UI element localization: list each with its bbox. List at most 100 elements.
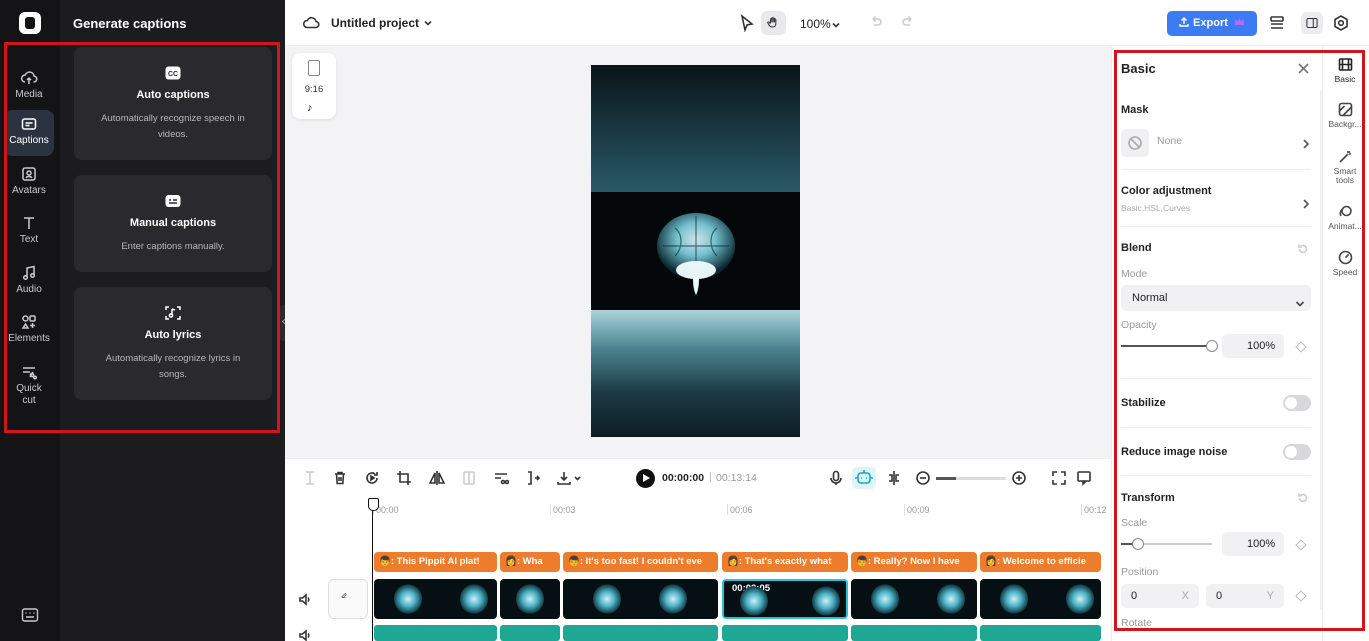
opacity-input[interactable]: 100% bbox=[1222, 334, 1284, 358]
blend-mode-select[interactable]: Normal bbox=[1121, 285, 1311, 311]
caption-clip[interactable]: 👩: Welcome to efficie bbox=[980, 552, 1101, 572]
chevron-right-icon[interactable] bbox=[1302, 196, 1310, 209]
rail-item-audio[interactable]: Audio bbox=[4, 259, 54, 305]
video-clip[interactable] bbox=[851, 579, 977, 619]
video-clip[interactable] bbox=[374, 579, 497, 619]
split-screen-icon[interactable] bbox=[886, 470, 902, 486]
keyframe-diamond-icon[interactable] bbox=[1295, 341, 1307, 353]
video-clip[interactable] bbox=[563, 579, 718, 619]
caption-clip[interactable]: 👩: That's exactly what bbox=[722, 552, 848, 572]
rail-item-elements[interactable]: Elements bbox=[4, 308, 54, 354]
tab-basic[interactable]: Basic bbox=[1325, 57, 1365, 84]
reduce-noise-toggle[interactable] bbox=[1283, 444, 1311, 460]
close-icon[interactable] bbox=[1298, 61, 1309, 74]
manual-captions-card[interactable]: Manual captions Enter captions manually. bbox=[74, 175, 272, 272]
edit-track-button[interactable] bbox=[328, 579, 368, 619]
remove-background-icon[interactable] bbox=[493, 470, 510, 486]
caption-clip[interactable]: 👦: Really? Now I have bbox=[851, 552, 977, 572]
opacity-slider-knob[interactable] bbox=[1206, 340, 1218, 352]
axis-y-label: Y bbox=[1266, 590, 1274, 602]
download-dropdown-icon[interactable] bbox=[556, 470, 582, 486]
keyframe-diamond-icon[interactable] bbox=[1295, 539, 1307, 551]
auto-lyrics-card[interactable]: Auto lyrics Automatically recognize lyri… bbox=[74, 287, 272, 400]
ai-assist-button[interactable] bbox=[852, 467, 876, 489]
opacity-slider[interactable] bbox=[1121, 340, 1218, 352]
redo-icon[interactable] bbox=[901, 15, 915, 29]
audio-clip[interactable] bbox=[851, 625, 977, 641]
split-clip-icon[interactable] bbox=[302, 470, 318, 486]
keyboard-shortcuts-icon[interactable] bbox=[21, 607, 39, 623]
scale-slider-knob[interactable] bbox=[1132, 538, 1144, 550]
position-x-input[interactable]: 0X bbox=[1121, 584, 1199, 608]
divider bbox=[1121, 475, 1311, 476]
trim-icon[interactable] bbox=[525, 470, 541, 486]
zoom-level[interactable]: 100% bbox=[800, 17, 831, 31]
chevron-down-icon[interactable] bbox=[831, 17, 841, 28]
microphone-icon[interactable] bbox=[828, 470, 844, 486]
video-clip[interactable] bbox=[980, 579, 1101, 619]
mask-value[interactable]: None bbox=[1157, 135, 1182, 147]
aspect-ratio-card[interactable]: 9:16 ♪ bbox=[292, 53, 336, 119]
rail-item-text[interactable]: Text bbox=[4, 209, 54, 255]
app-window: Media Captions Avatars Text Audio Elemen… bbox=[0, 0, 1369, 641]
caption-clip[interactable]: 👦: It's too fast! I couldn't eve bbox=[563, 552, 718, 572]
play-button[interactable] bbox=[636, 469, 655, 488]
freeze-frame-icon[interactable] bbox=[461, 470, 477, 486]
scale-input[interactable]: 100% bbox=[1222, 532, 1284, 556]
zoom-in-icon[interactable] bbox=[1011, 470, 1027, 486]
rail-item-avatars[interactable]: Avatars bbox=[4, 160, 54, 206]
crown-icon bbox=[1234, 11, 1245, 25]
tab-animation[interactable]: Animat... bbox=[1325, 204, 1365, 231]
mask-none-icon[interactable] bbox=[1121, 129, 1149, 157]
undo-icon[interactable] bbox=[869, 15, 883, 29]
hand-tool-button[interactable] bbox=[761, 11, 786, 35]
caption-clip[interactable]: 👩: Wha bbox=[500, 552, 560, 572]
chevron-right-icon[interactable] bbox=[1302, 136, 1310, 149]
keyframe-diamond-icon[interactable] bbox=[1295, 590, 1307, 602]
reset-icon[interactable] bbox=[1297, 242, 1309, 254]
replay-icon[interactable] bbox=[364, 470, 380, 486]
position-y-input[interactable]: 0Y bbox=[1206, 584, 1284, 608]
background-icon bbox=[1338, 102, 1353, 117]
tab-background[interactable]: Backgr... bbox=[1325, 102, 1365, 129]
chevron-down-icon[interactable] bbox=[422, 16, 434, 28]
crop-icon[interactable] bbox=[396, 470, 412, 486]
selected-video-clip[interactable]: 00:02:05 bbox=[722, 579, 848, 619]
color-adjustment-label[interactable]: Color adjustment bbox=[1121, 185, 1211, 197]
stabilize-toggle[interactable] bbox=[1283, 395, 1311, 411]
scale-slider[interactable] bbox=[1121, 538, 1212, 550]
pointer-tool-icon[interactable] bbox=[738, 13, 756, 33]
video-clip[interactable] bbox=[500, 579, 560, 619]
caption-clip[interactable]: 👦: This Pippit AI plat! bbox=[374, 552, 497, 572]
magic-wand-icon bbox=[1338, 149, 1353, 164]
rail-item-captions[interactable]: Captions bbox=[4, 110, 54, 156]
auto-captions-card[interactable]: CC Auto captions Automatically recognize… bbox=[74, 47, 272, 160]
video-preview[interactable] bbox=[591, 65, 800, 437]
audio-clip[interactable] bbox=[722, 625, 848, 641]
project-title[interactable]: Untitled project bbox=[331, 16, 419, 30]
volume-icon[interactable] bbox=[298, 593, 312, 606]
comment-icon[interactable] bbox=[1076, 470, 1092, 486]
gear-icon[interactable] bbox=[1332, 14, 1350, 32]
timeline-zoom-slider[interactable] bbox=[936, 477, 1006, 480]
audio-clip[interactable] bbox=[980, 625, 1101, 641]
rail-item-media[interactable]: Media bbox=[4, 64, 54, 110]
reset-icon[interactable] bbox=[1297, 491, 1309, 503]
flip-icon[interactable] bbox=[428, 470, 446, 486]
audio-clip[interactable] bbox=[500, 625, 560, 641]
zoom-out-icon[interactable] bbox=[915, 470, 931, 486]
audio-clip[interactable] bbox=[374, 625, 497, 641]
fit-screen-icon[interactable] bbox=[1051, 470, 1067, 486]
playhead[interactable] bbox=[368, 498, 379, 641]
tab-speed[interactable]: Speed bbox=[1325, 250, 1365, 277]
layers-icon[interactable] bbox=[1268, 14, 1286, 32]
audio-clip[interactable] bbox=[563, 625, 718, 641]
volume-icon[interactable] bbox=[298, 629, 312, 641]
tab-smart-tools[interactable]: Smart tools bbox=[1325, 149, 1365, 185]
cloud-sync-icon[interactable] bbox=[302, 15, 320, 29]
rail-item-quick-cut[interactable]: Quick cut bbox=[4, 358, 54, 412]
app-logo[interactable] bbox=[19, 12, 41, 34]
panel-layout-button[interactable] bbox=[1301, 12, 1323, 34]
export-button[interactable]: Export bbox=[1167, 11, 1257, 36]
trash-icon[interactable] bbox=[332, 470, 348, 486]
